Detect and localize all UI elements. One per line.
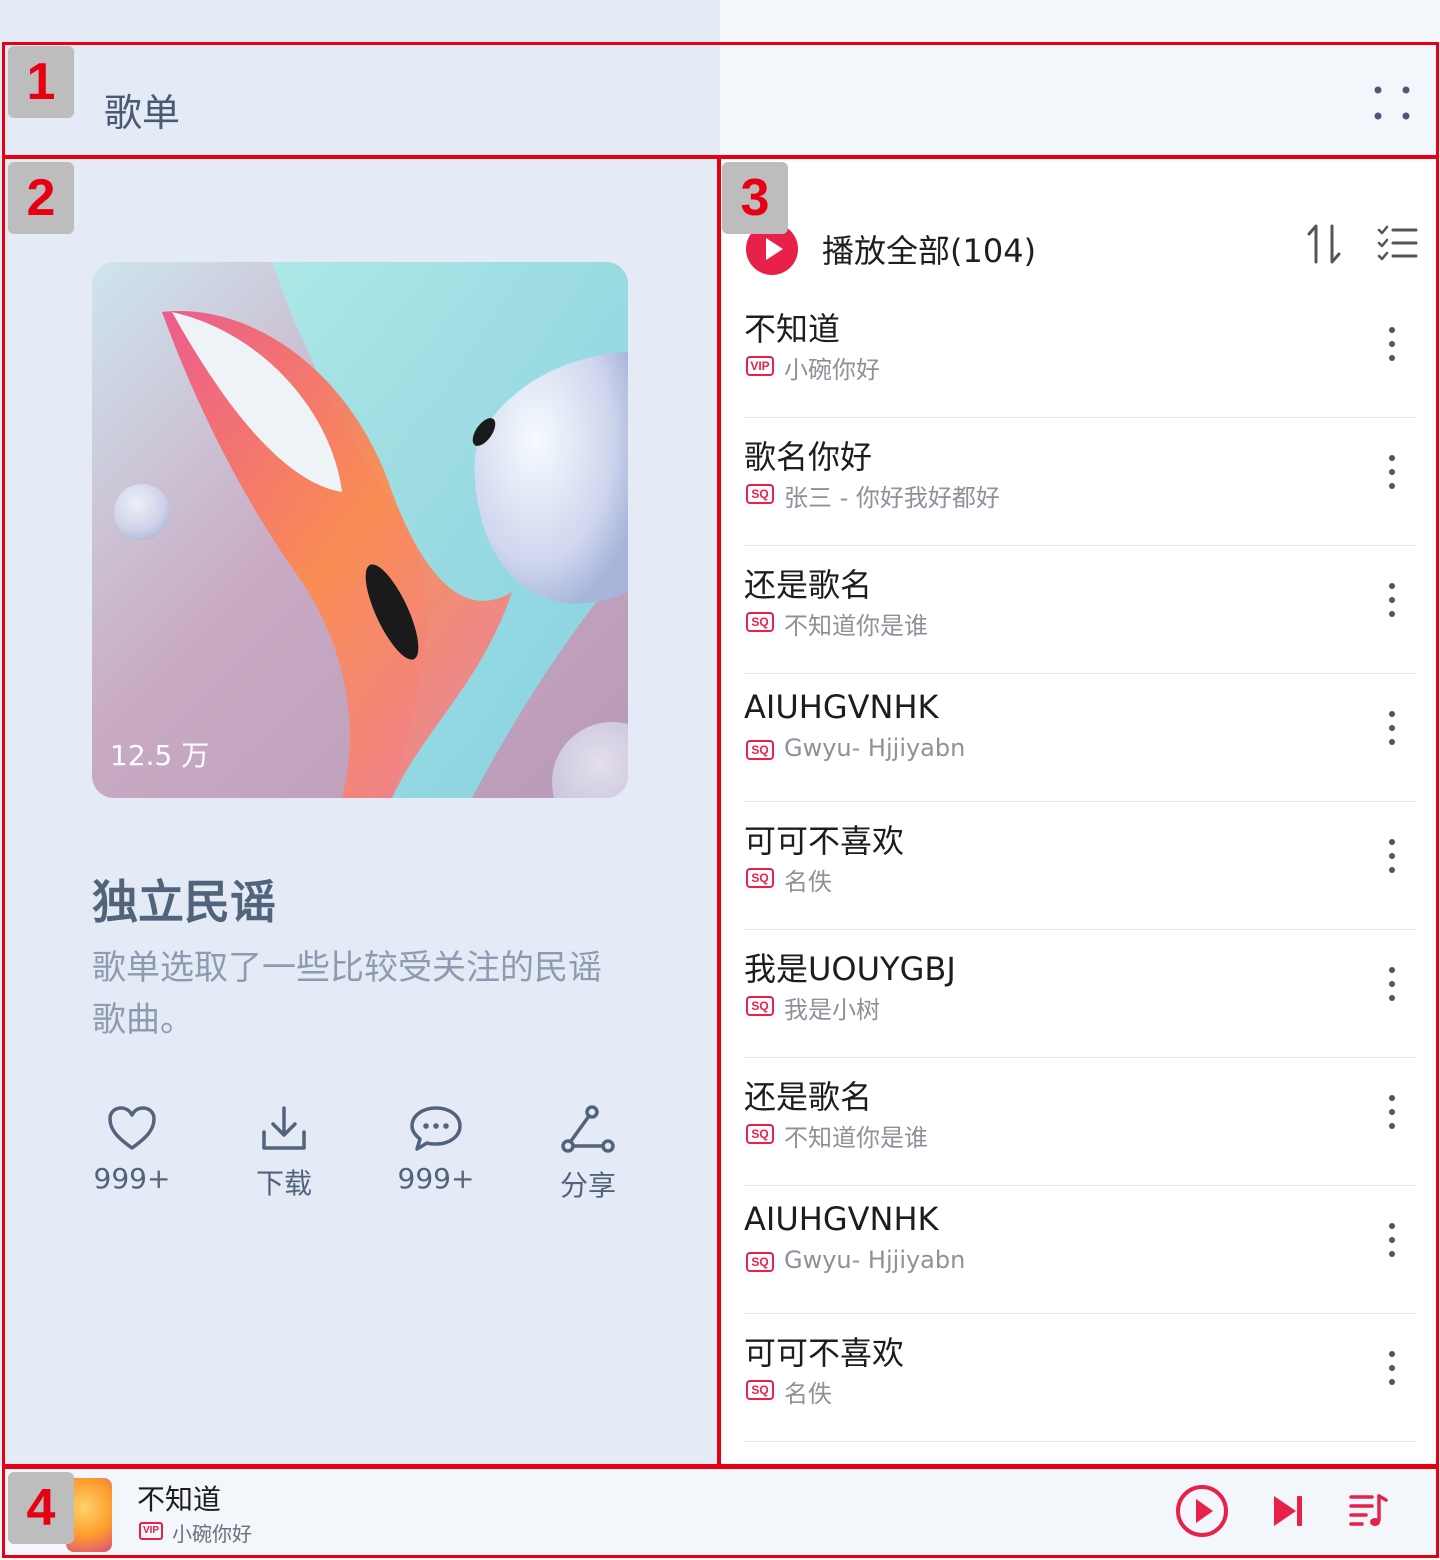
region-label-2: 2: [8, 162, 74, 234]
region-label-3: 3: [722, 162, 788, 234]
region-1-header: [2, 42, 1439, 158]
region-label-1: 1: [8, 46, 74, 118]
region-label-4: 4: [8, 1472, 74, 1544]
region-4-mini-player: [2, 1466, 1439, 1558]
region-2-playlist-info: [2, 156, 720, 1467]
region-3-song-list: [718, 156, 1439, 1467]
play-count: 12.5 万: [110, 739, 210, 772]
